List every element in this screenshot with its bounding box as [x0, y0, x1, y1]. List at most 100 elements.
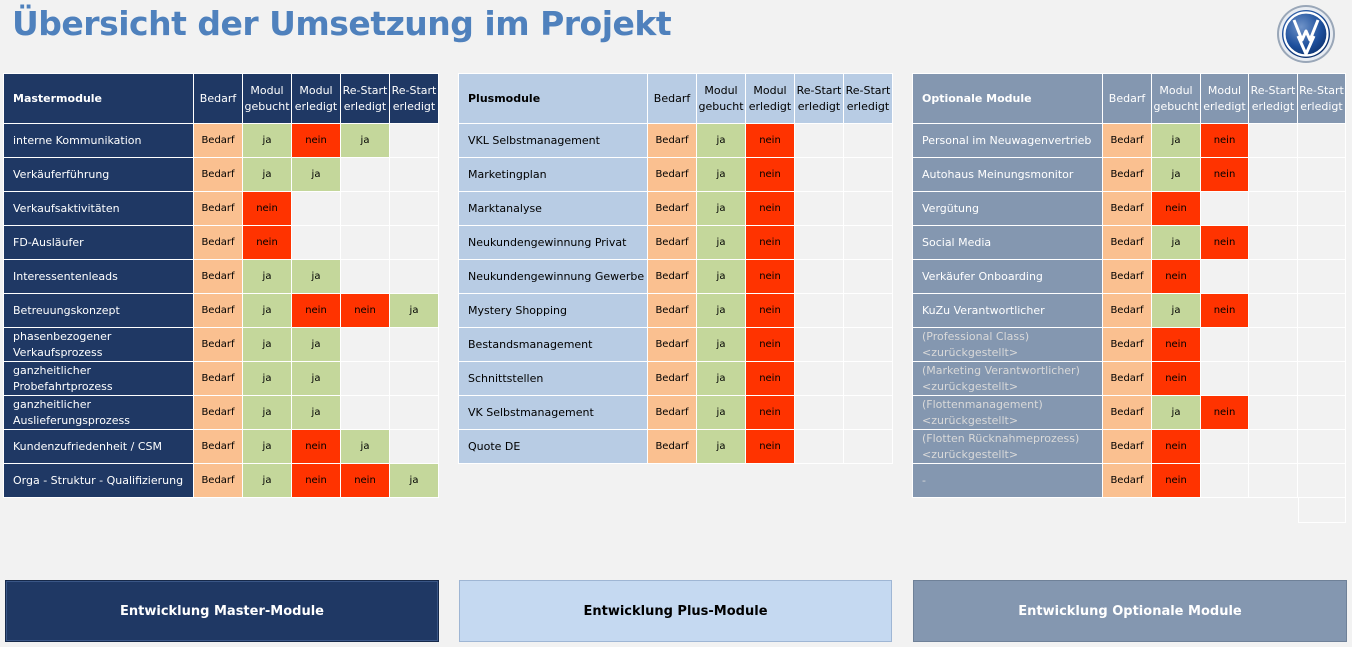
empty-cell	[1297, 259, 1346, 294]
status-ja-cell: ja	[1151, 225, 1201, 260]
status-ja-cell: ja	[242, 123, 292, 158]
module-name: Schnittstellen	[458, 361, 648, 396]
status-nein-cell: nein	[745, 157, 795, 192]
empty-cell	[1297, 123, 1346, 158]
status-nein-cell: nein	[242, 191, 292, 226]
empty-cell	[340, 395, 390, 430]
status-nein-cell: nein	[1151, 463, 1201, 498]
status-ja-cell: ja	[291, 157, 341, 192]
empty-cell	[389, 327, 439, 362]
page-title: Übersicht der Umsetzung im Projekt	[12, 4, 672, 43]
table-row: Verkäuferführung Bedarf ja ja	[3, 157, 439, 192]
column-header-restart-erledigt-1: Re-Start erledigt	[794, 73, 844, 124]
module-name: Social Media	[912, 225, 1103, 260]
empty-cell	[1297, 395, 1346, 430]
table-row: Mystery Shopping Bedarf ja nein	[458, 293, 893, 328]
empty-cell	[1248, 395, 1298, 430]
table-row: phasenbezogener Verkaufsprozess Bedarf ja j…	[3, 327, 439, 362]
empty-cell	[1297, 293, 1346, 328]
table-row: Neukundengewinnung Privat Bedarf ja nein	[458, 225, 893, 260]
empty-cell	[1200, 259, 1249, 294]
column-header-modul-erledigt: Modul erledigt	[1200, 73, 1249, 124]
empty-cell	[389, 395, 439, 430]
empty-cell	[843, 395, 893, 430]
bedarf-cell: Bedarf	[647, 429, 697, 464]
table-row: Bestandsmanagement Bedarf ja nein	[458, 327, 893, 362]
module-name: Bestandsmanagement	[458, 327, 648, 362]
column-header-modul-gebucht: Modul gebucht	[696, 73, 746, 124]
status-nein-cell: nein	[291, 429, 341, 464]
module-name: Mystery Shopping	[458, 293, 648, 328]
status-ja-cell: ja	[696, 327, 746, 362]
empty-cell	[794, 395, 844, 430]
status-ja-cell: ja	[1151, 395, 1201, 430]
plus-modules-table: Plusmodule Bedarf Modul gebucht Modul er…	[458, 73, 893, 464]
empty-cell	[794, 123, 844, 158]
bedarf-cell: Bedarf	[647, 259, 697, 294]
status-nein-cell: nein	[1200, 293, 1249, 328]
bedarf-cell: Bedarf	[193, 293, 243, 328]
bedarf-cell: Bedarf	[1102, 429, 1152, 464]
status-ja-cell: ja	[291, 395, 341, 430]
status-nein-cell: nein	[291, 123, 341, 158]
status-nein-cell: nein	[1151, 191, 1201, 226]
module-name: Vergütung	[912, 191, 1103, 226]
module-name: Interessentenleads	[3, 259, 194, 294]
bedarf-cell: Bedarf	[1102, 225, 1152, 260]
entwicklung-optionale-module-button[interactable]: Entwicklung Optionale Module	[913, 580, 1347, 642]
bedarf-cell: Bedarf	[1102, 293, 1152, 328]
status-nein-cell: nein	[745, 259, 795, 294]
table-row: Social Media Bedarf ja nein	[912, 225, 1346, 260]
empty-cell	[1248, 361, 1298, 396]
bedarf-cell: Bedarf	[647, 395, 697, 430]
module-name: Autohaus Meinungsmonitor	[912, 157, 1103, 192]
module-name: ganzheitlicher Auslieferungsprozess	[3, 395, 194, 430]
table-row: Marktanalyse Bedarf ja nein	[458, 191, 893, 226]
table-row: (Marketing Verantwortlicher) <zurückgest…	[912, 361, 1346, 396]
empty-cell	[794, 327, 844, 362]
empty-cell	[843, 429, 893, 464]
bedarf-cell: Bedarf	[193, 157, 243, 192]
empty-cell	[794, 361, 844, 396]
bedarf-cell: Bedarf	[1102, 259, 1152, 294]
status-ja-cell: ja	[696, 157, 746, 192]
column-header-modul-gebucht: Modul gebucht	[1151, 73, 1201, 124]
module-name: Verkaufsaktivitäten	[3, 191, 194, 226]
empty-cell	[1248, 463, 1298, 498]
empty-cell	[1248, 157, 1298, 192]
status-nein-cell: nein	[1151, 429, 1201, 464]
empty-cell	[794, 429, 844, 464]
empty-cell	[843, 191, 893, 226]
status-ja-cell: ja	[242, 429, 292, 464]
module-name: Personal im Neuwagenvertrieb	[912, 123, 1103, 158]
module-name: Verkäufer Onboarding	[912, 259, 1103, 294]
status-ja-cell: ja	[242, 293, 292, 328]
empty-cell	[843, 327, 893, 362]
status-ja-cell: ja	[1151, 293, 1201, 328]
module-name: Marktanalyse	[458, 191, 648, 226]
status-ja-cell: ja	[242, 395, 292, 430]
status-nein-cell: nein	[1200, 225, 1249, 260]
status-nein-cell: nein	[745, 191, 795, 226]
status-ja-cell: ja	[696, 225, 746, 260]
empty-cell	[389, 361, 439, 396]
table-row: Personal im Neuwagenvertrieb Bedarf ja nein	[912, 123, 1346, 158]
table-row: KuZu Verantwortlicher Bedarf ja nein	[912, 293, 1346, 328]
empty-cell	[389, 259, 439, 294]
table-row: FD-Ausläufer Bedarf nein	[3, 225, 439, 260]
entwicklung-plus-module-button[interactable]: Entwicklung Plus-Module	[459, 580, 892, 642]
bedarf-cell: Bedarf	[1102, 123, 1152, 158]
table-row: VKL Selbstmanagement Bedarf ja nein	[458, 123, 893, 158]
table-row: Autohaus Meinungsmonitor Bedarf ja nein	[912, 157, 1346, 192]
status-ja-cell: ja	[242, 327, 292, 362]
entwicklung-master-module-button[interactable]: Entwicklung Master-Module	[5, 580, 439, 642]
column-header-bedarf: Bedarf	[193, 73, 243, 124]
status-ja-cell: ja	[1151, 157, 1201, 192]
status-nein-cell: nein	[1200, 123, 1249, 158]
empty-cell	[1248, 123, 1298, 158]
table-row: (Flottenmanagement) <zurückgestellt> Beda…	[912, 395, 1346, 430]
empty-cell	[1200, 463, 1249, 498]
bedarf-cell: Bedarf	[647, 157, 697, 192]
empty-cell	[843, 225, 893, 260]
table-header-row: Optionale Module Bedarf Modul gebucht Mo…	[912, 73, 1346, 124]
